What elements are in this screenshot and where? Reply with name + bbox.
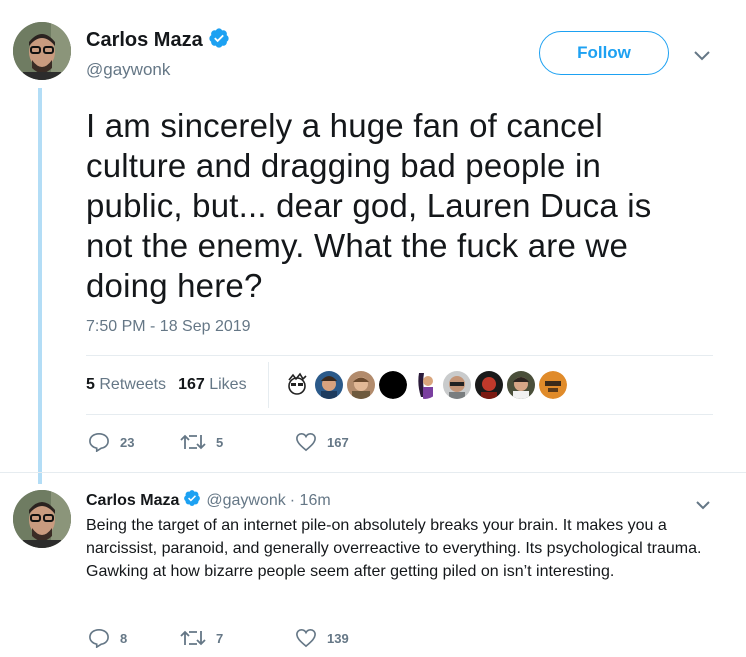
reply-actions: 8 7 139 [88, 628, 349, 648]
like-count: 139 [327, 630, 349, 646]
reply-button[interactable]: 23 [88, 432, 180, 452]
reply-text: Being the target of an internet pile-on … [86, 517, 702, 580]
likes-stat[interactable]: 167 Likes [178, 376, 247, 394]
reply-icon [89, 432, 109, 452]
reply-header: Carlos Maza @gaywonk · 16m [86, 489, 331, 512]
like-count: 167 [327, 434, 349, 450]
retweets-label: Retweets [99, 376, 167, 393]
stats-separator [268, 362, 269, 408]
verified-badge-icon [183, 489, 201, 512]
reply-count: 8 [120, 630, 128, 646]
reply-author-handle[interactable]: @gaywonk [206, 492, 285, 510]
like-button[interactable]: 139 [295, 628, 349, 648]
like-button[interactable]: 167 [295, 432, 349, 452]
reply-button[interactable]: 8 [88, 628, 180, 648]
reply-icon [89, 628, 109, 648]
retweet-count: 5 [216, 434, 224, 450]
retweets-stat[interactable]: 5 Retweets [86, 376, 166, 394]
verified-badge-icon [208, 27, 230, 54]
likes-count: 167 [178, 376, 205, 393]
retweet-button[interactable]: 7 [180, 629, 295, 647]
heart-icon [296, 628, 316, 648]
liker-avatar[interactable] [443, 371, 471, 399]
divider [86, 355, 713, 356]
liker-avatar[interactable] [283, 371, 311, 399]
liker-avatar[interactable] [507, 371, 535, 399]
chevron-down-icon[interactable] [694, 48, 710, 66]
liker-avatar[interactable] [379, 371, 407, 399]
liker-avatar[interactable] [411, 371, 439, 399]
retweet-count: 7 [216, 630, 224, 646]
reply-author-avatar[interactable] [13, 490, 71, 548]
author-name-row: Carlos Maza [86, 27, 230, 54]
reply-chevron-down-icon[interactable] [696, 497, 710, 515]
author-handle[interactable]: @gaywonk [86, 60, 170, 80]
author-avatar[interactable] [13, 22, 71, 80]
follow-button[interactable]: Follow [539, 31, 669, 75]
tweet-actions: 23 5 167 [88, 432, 349, 452]
divider [0, 472, 746, 473]
tweet-text: I am sincerely a huge fan of cancel cult… [86, 107, 652, 304]
liker-avatar[interactable] [475, 371, 503, 399]
reply-count: 23 [120, 434, 135, 450]
liker-avatar[interactable] [315, 371, 343, 399]
reply-time-ago[interactable]: · 16m [290, 492, 331, 510]
divider [86, 414, 713, 415]
heart-icon [296, 432, 316, 452]
retweet-icon [180, 630, 206, 646]
retweet-icon [180, 434, 206, 450]
thread-connector-line [38, 88, 42, 484]
tweet-timestamp[interactable]: 7:50 PM - 18 Sep 2019 [86, 318, 251, 336]
reply-author-name[interactable]: Carlos Maza [86, 492, 179, 510]
author-name[interactable]: Carlos Maza [86, 29, 203, 52]
retweet-button[interactable]: 5 [180, 433, 295, 451]
retweets-count: 5 [86, 376, 95, 393]
liker-avatar[interactable] [539, 371, 567, 399]
liker-avatars [283, 371, 567, 399]
likes-label: Likes [209, 376, 247, 393]
tweet-stats: 5 Retweets 167 Likes [86, 376, 247, 394]
liker-avatar[interactable] [347, 371, 375, 399]
